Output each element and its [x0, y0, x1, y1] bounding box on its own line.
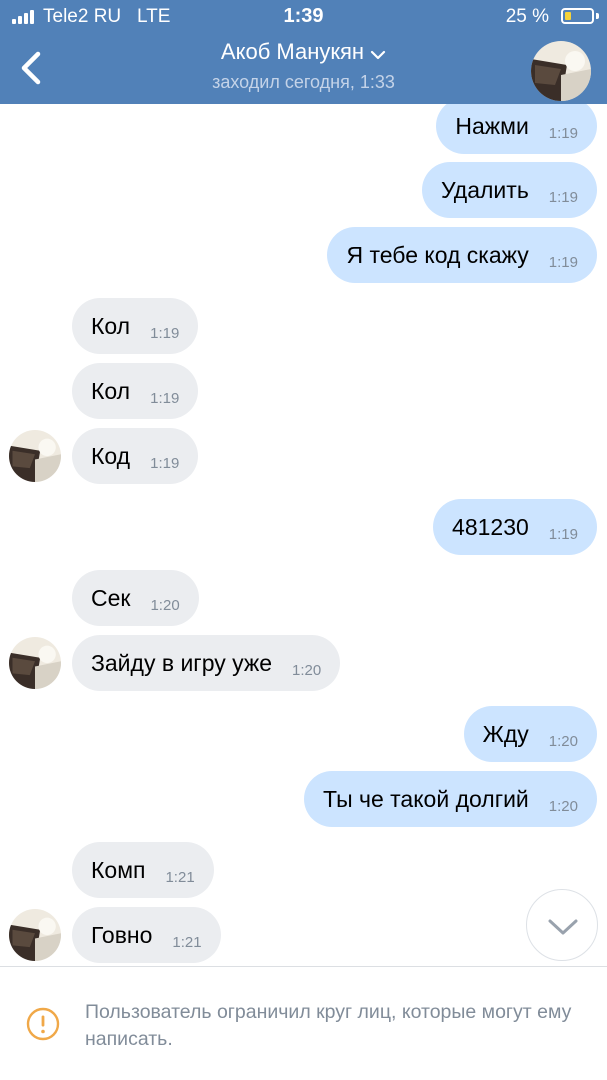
message-text: Говно	[91, 921, 153, 948]
message-text: 481230	[452, 513, 529, 540]
message-text: Ты че такой долгий	[323, 785, 529, 812]
outgoing-message[interactable]: Жду 1:20	[463, 706, 597, 762]
back-button[interactable]	[12, 44, 52, 92]
incoming-message[interactable]: Кол 1:19	[72, 298, 199, 354]
outgoing-message[interactable]: 481230 1:19	[433, 499, 597, 555]
sender-avatar[interactable]	[9, 637, 61, 689]
message-text: Комп	[91, 856, 146, 883]
chevron-down-icon	[548, 919, 578, 935]
last-seen-status: заходил сегодня, 1:33	[212, 72, 395, 93]
message-time: 1:19	[548, 124, 578, 142]
incoming-message[interactable]: Кол 1:19	[72, 363, 199, 419]
message-text: Удалить	[440, 176, 529, 203]
composer-restriction-bar: Пользователь ограничил круг лиц, которые…	[0, 966, 607, 1080]
incoming-message[interactable]: Сек 1:20	[72, 570, 199, 626]
message-time: 1:19	[548, 253, 578, 271]
message-text: Я тебе код скажу	[346, 241, 529, 268]
battery-cap	[596, 13, 599, 19]
status-bar: Tele2 RU LTE 1:39 25 %	[0, 0, 607, 34]
message-text: Кол	[91, 312, 131, 339]
avatar-image	[531, 41, 591, 101]
battery-icon	[561, 8, 594, 24]
message-time: 1:19	[548, 525, 578, 543]
message-time: 1:20	[150, 596, 180, 614]
message-time: 1:20	[548, 732, 578, 750]
chat-screen: Tele2 RU LTE 1:39 25 % Акоб Манукян захо…	[0, 0, 607, 1080]
message-text: Нажми	[455, 112, 529, 139]
battery-percent: 25 %	[505, 6, 549, 27]
warning-circle-icon	[26, 1007, 60, 1041]
message-list: Нажми 1:19 Удалить 1:19 Я тебе код скажу 1:19…	[0, 104, 607, 966]
outgoing-message[interactable]: Ты че такой долгий 1:20	[304, 771, 597, 827]
message-time: 1:19	[150, 324, 180, 342]
message-time: 1:20	[292, 661, 322, 679]
sender-avatar[interactable]	[9, 430, 61, 482]
message-time: 1:19	[150, 454, 180, 472]
message-time: 1:19	[150, 389, 180, 407]
scroll-to-bottom-button[interactable]	[526, 889, 598, 961]
message-text: Зайду в игру уже	[91, 649, 273, 676]
sender-avatar[interactable]	[9, 909, 61, 961]
message-time: 1:20	[548, 797, 578, 815]
restriction-message: Пользователь ограничил круг лиц, которые…	[85, 1001, 572, 1050]
chat-title-row: Акоб Манукян	[120, 38, 487, 67]
chevron-left-icon	[21, 51, 41, 85]
outgoing-message[interactable]: Удалить 1:19	[421, 162, 597, 218]
chat-title-button[interactable]: Акоб Манукян заходил сегодня, 1:33	[120, 38, 487, 94]
message-time: 1:21	[172, 933, 202, 951]
message-text: Сек	[91, 584, 131, 611]
contact-name: Акоб Манукян	[220, 39, 365, 64]
message-text: Жду	[482, 720, 529, 747]
incoming-message[interactable]: Комп 1:21	[72, 842, 214, 898]
incoming-message[interactable]: Зайду в игру уже 1:20	[72, 635, 341, 691]
battery-level-fill	[565, 12, 572, 20]
contact-avatar[interactable]	[531, 41, 591, 101]
outgoing-message[interactable]: Я тебе код скажу 1:19	[327, 227, 597, 283]
incoming-message[interactable]: Код 1:19	[72, 428, 199, 484]
incoming-message[interactable]: Говно 1:21	[72, 907, 221, 963]
outgoing-message[interactable]: Нажми 1:19	[436, 104, 597, 154]
message-time: 1:19	[548, 188, 578, 206]
message-time: 1:21	[165, 868, 195, 886]
message-text: Кол	[91, 377, 131, 404]
chevron-down-icon	[370, 39, 386, 67]
chat-header: Tele2 RU LTE 1:39 25 % Акоб Манукян захо…	[0, 0, 607, 104]
message-text: Код	[91, 442, 131, 469]
